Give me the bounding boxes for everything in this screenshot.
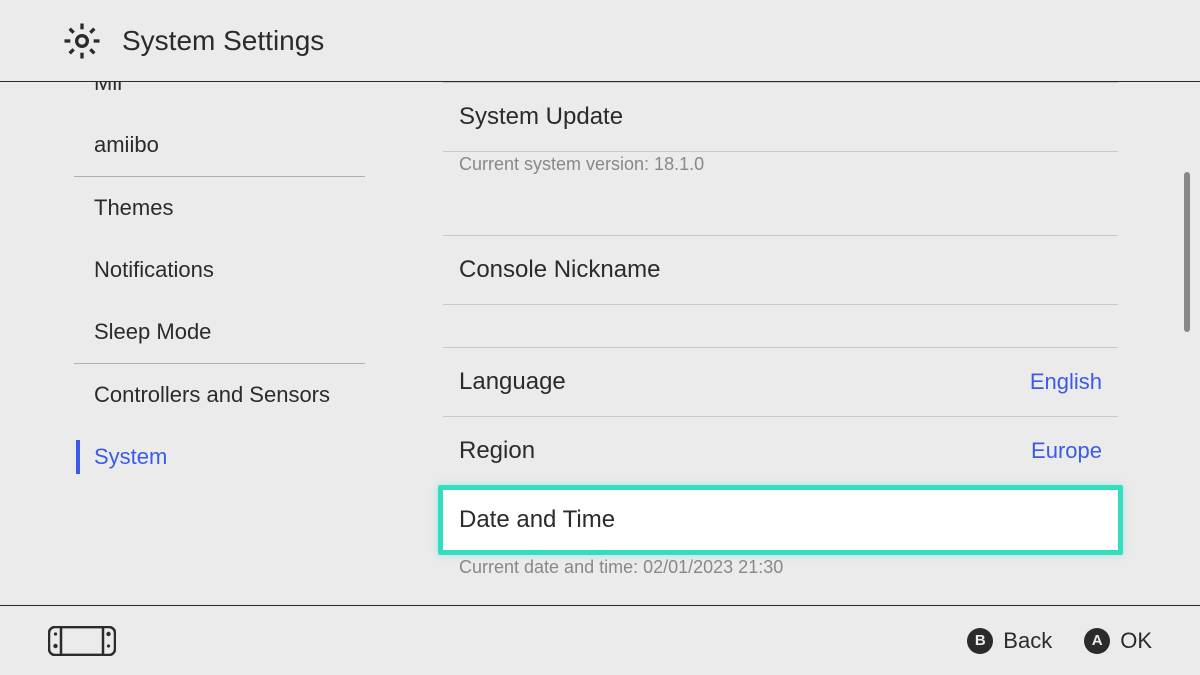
- row-console-nickname[interactable]: Console Nickname: [443, 236, 1118, 304]
- row-language[interactable]: Language English: [443, 348, 1118, 416]
- sidebar-item-notifications[interactable]: Notifications: [0, 239, 395, 301]
- page-title: System Settings: [122, 25, 324, 57]
- a-button-icon: A: [1084, 628, 1110, 654]
- footer-hints: B Back A OK: [967, 628, 1152, 654]
- row-label: Language: [459, 368, 566, 396]
- gear-icon: [62, 21, 102, 61]
- scrollbar-thumb[interactable]: [1184, 172, 1190, 332]
- sidebar-item-label: System: [94, 444, 167, 469]
- row-value: English: [1030, 369, 1102, 395]
- content: Mii amiibo Themes Notifications Sleep Mo…: [0, 82, 1200, 605]
- sidebar-item-label: Sleep Mode: [94, 319, 211, 344]
- sidebar-item-label: amiibo: [94, 132, 159, 157]
- row-value: Europe: [1031, 438, 1102, 464]
- hint-back[interactable]: B Back: [967, 628, 1052, 654]
- system-version-text: Current system version: 18.1.0: [459, 152, 1118, 193]
- row-label: Region: [459, 437, 535, 465]
- sidebar: Mii amiibo Themes Notifications Sleep Mo…: [0, 82, 395, 605]
- row-system-update[interactable]: System Update: [443, 83, 1118, 151]
- row-date-time[interactable]: Date and Time: [438, 485, 1123, 555]
- sidebar-item-label: Controllers and Sensors: [94, 382, 330, 407]
- row-label: System Update: [459, 103, 623, 131]
- b-button-icon: B: [967, 628, 993, 654]
- hint-label: Back: [1003, 628, 1052, 654]
- sidebar-item-themes[interactable]: Themes: [0, 177, 395, 239]
- row-label: Date and Time: [459, 506, 615, 534]
- footer: B Back A OK: [0, 605, 1200, 675]
- hint-label: OK: [1120, 628, 1152, 654]
- header: System Settings: [0, 0, 1200, 82]
- row-region[interactable]: Region Europe: [443, 417, 1118, 485]
- main-panel: System Update Current system version: 18…: [395, 82, 1200, 605]
- sidebar-item-label: Mii: [94, 82, 122, 95]
- sidebar-item-mii[interactable]: Mii: [0, 82, 395, 114]
- sidebar-item-system[interactable]: System: [0, 426, 395, 488]
- date-time-current-text: Current date and time: 02/01/2023 21:30: [459, 555, 1118, 596]
- row-label: Console Nickname: [459, 256, 660, 284]
- sidebar-item-sleep-mode[interactable]: Sleep Mode: [0, 301, 395, 363]
- console-icon: [48, 626, 116, 656]
- sidebar-item-amiibo[interactable]: amiibo: [0, 114, 395, 176]
- sidebar-item-label: Notifications: [94, 257, 214, 282]
- sidebar-item-label: Themes: [94, 195, 173, 220]
- sidebar-item-controllers-sensors[interactable]: Controllers and Sensors: [0, 364, 395, 426]
- hint-ok[interactable]: A OK: [1084, 628, 1152, 654]
- scrollbar[interactable]: [1184, 172, 1190, 332]
